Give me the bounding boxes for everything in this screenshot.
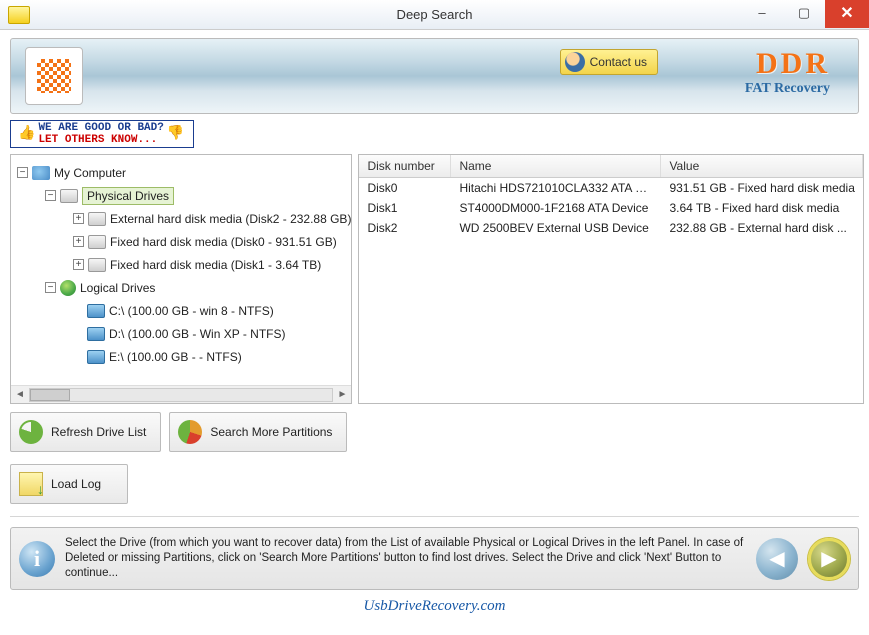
tree-item-label: Fixed hard disk media (Disk1 - 3.64 TB) — [110, 258, 321, 272]
tree-item[interactable]: + Fixed hard disk media (Disk0 - 931.51 … — [17, 230, 351, 253]
tree-logical-label: Logical Drives — [80, 281, 155, 295]
drive-tree-panel: − My Computer − Physical Drives + Extern… — [10, 154, 352, 404]
tree-item[interactable]: + Fixed hard disk media (Disk1 - 3.64 TB… — [17, 253, 351, 276]
close-button[interactable]: ✕ — [825, 0, 869, 28]
search-label: Search More Partitions — [210, 425, 332, 439]
collapse-icon[interactable]: − — [45, 190, 56, 201]
drive-icon — [60, 189, 78, 203]
separator — [10, 516, 859, 517]
log-file-icon — [19, 472, 43, 496]
tree-logical-drives[interactable]: − Logical Drives — [17, 276, 351, 299]
table-header: Disk number Name Value — [359, 155, 862, 178]
tree-item-label: C:\ (100.00 GB - win 8 - NTFS) — [109, 304, 274, 318]
tree-physical-label: Physical Drives — [82, 187, 174, 205]
load-label: Load Log — [51, 477, 101, 491]
table-row[interactable]: Disk2 WD 2500BEV External USB Device 232… — [359, 218, 862, 238]
drive-icon — [88, 258, 106, 272]
feedback-banner[interactable]: 👍 WE ARE GOOD OR BAD? LET OTHERS KNOW...… — [10, 120, 194, 148]
tree-root[interactable]: − My Computer — [17, 161, 351, 184]
globe-icon — [60, 280, 76, 296]
col-value[interactable]: Value — [661, 155, 862, 177]
refresh-label: Refresh Drive List — [51, 425, 146, 439]
thumbs-up-icon: 👍 — [18, 128, 35, 140]
instructions-bar: i Select the Drive (from which you want … — [10, 527, 859, 590]
tree-item-label: Fixed hard disk media (Disk0 - 931.51 GB… — [110, 235, 337, 249]
app-icon — [8, 6, 30, 24]
collapse-icon[interactable]: − — [45, 282, 56, 293]
drive-icon — [88, 235, 106, 249]
tree-item-label: D:\ (100.00 GB - Win XP - NTFS) — [109, 327, 285, 341]
pie-chart-icon — [178, 420, 202, 444]
contact-avatar-icon — [565, 52, 585, 72]
refresh-drive-list-button[interactable]: Refresh Drive List — [10, 412, 161, 452]
header-banner: Contact us DDR FAT Recovery — [10, 38, 859, 114]
expand-icon[interactable]: + — [73, 259, 84, 270]
col-name[interactable]: Name — [451, 155, 661, 177]
footer-link[interactable]: UsbDriveRecovery.com — [0, 598, 869, 615]
expand-icon[interactable]: + — [73, 236, 84, 247]
tree-item[interactable]: E:\ (100.00 GB - - NTFS) — [17, 345, 351, 368]
instructions-text: Select the Drive (from which you want to… — [65, 536, 746, 581]
refresh-icon — [19, 420, 43, 444]
search-more-partitions-button[interactable]: Search More Partitions — [169, 412, 347, 452]
scroll-right-icon[interactable]: ► — [333, 389, 351, 400]
tree-item-label: External hard disk media (Disk2 - 232.88… — [110, 212, 351, 226]
feedback-line2: LET OTHERS KNOW... — [38, 134, 157, 146]
table-row[interactable]: Disk1 ST4000DM000-1F2168 ATA Device 3.64… — [359, 198, 862, 218]
disk-table-panel: Disk number Name Value Disk0 Hitachi HDS… — [358, 154, 863, 404]
maximize-button[interactable]: ▢ — [783, 2, 825, 24]
brand-subtitle: FAT Recovery — [745, 81, 830, 97]
next-button[interactable]: ▶ — [808, 538, 850, 580]
tree-item[interactable]: + External hard disk media (Disk2 - 232.… — [17, 207, 351, 230]
table-row[interactable]: Disk0 Hitachi HDS721010CLA332 ATA Device… — [359, 178, 862, 198]
volume-icon — [87, 304, 105, 318]
minimize-button[interactable]: – — [741, 2, 783, 24]
logo-box — [25, 47, 83, 105]
scroll-left-icon[interactable]: ◄ — [11, 389, 29, 400]
brand-title: DDR — [745, 47, 830, 81]
tree-root-label: My Computer — [54, 166, 126, 180]
volume-icon — [87, 350, 105, 364]
window-title: Deep Search — [397, 7, 473, 22]
tree-physical-drives[interactable]: − Physical Drives — [17, 184, 351, 207]
back-button[interactable]: ◀ — [756, 538, 798, 580]
contact-label: Contact us — [590, 55, 647, 69]
load-log-button[interactable]: Load Log — [10, 464, 128, 504]
feedback-line1: WE ARE GOOD OR BAD? — [38, 122, 163, 134]
collapse-icon[interactable]: − — [17, 167, 28, 178]
computer-icon — [32, 166, 50, 180]
tree-item[interactable]: D:\ (100.00 GB - Win XP - NTFS) — [17, 322, 351, 345]
tree-horizontal-scrollbar[interactable]: ◄ ► — [11, 385, 351, 403]
drive-icon — [88, 212, 106, 226]
expand-icon[interactable]: + — [73, 213, 84, 224]
thumbs-down-icon: 👎 — [167, 128, 184, 140]
contact-us-button[interactable]: Contact us — [560, 49, 658, 75]
col-disk-number[interactable]: Disk number — [359, 155, 451, 177]
tree-item-label: E:\ (100.00 GB - - NTFS) — [109, 350, 242, 364]
tree-item[interactable]: C:\ (100.00 GB - win 8 - NTFS) — [17, 299, 351, 322]
info-icon: i — [19, 541, 55, 577]
logo-pattern-icon — [37, 59, 71, 93]
titlebar: Deep Search – ▢ ✕ — [0, 0, 869, 30]
scroll-thumb[interactable] — [30, 389, 70, 401]
volume-icon — [87, 327, 105, 341]
